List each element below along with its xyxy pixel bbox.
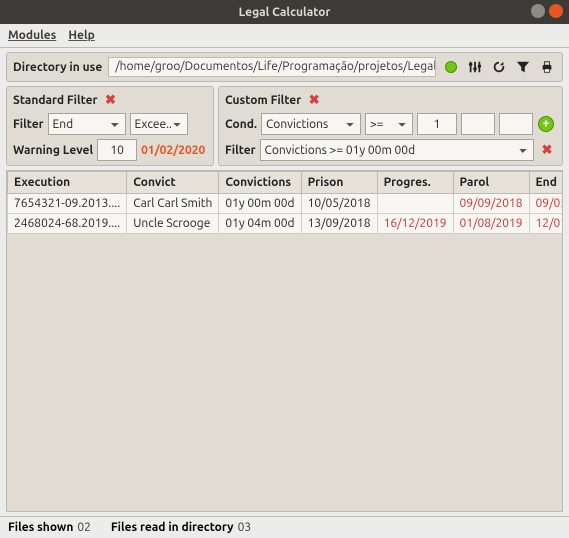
status-shown-label: Files shown [8, 521, 73, 534]
cust-val2-input[interactable] [461, 113, 495, 135]
col-execution[interactable]: Execution [8, 172, 127, 194]
std-warn-label: Warning Level [13, 144, 93, 157]
cust-cond-select[interactable]: Convictions [261, 113, 361, 135]
cust-filter-label: Filter [225, 144, 256, 157]
std-warn-date: 01/02/2020 [141, 144, 205, 157]
cust-val1-input[interactable] [417, 113, 457, 135]
statusbar: Files shown 02 Files read in directory 0… [0, 516, 569, 538]
col-convict[interactable]: Convict [127, 172, 219, 194]
std-filter-select2[interactable]: Excee... [130, 113, 188, 135]
menu-help[interactable]: Help [68, 29, 94, 42]
std-filter-title: Standard Filter [13, 94, 97, 107]
cust-op-select[interactable]: >= [365, 113, 413, 135]
cust-add-icon[interactable]: + [537, 115, 555, 133]
status-icon [442, 58, 460, 76]
col-convictions[interactable]: Convictions [219, 172, 301, 194]
titlebar: Legal Calculator [0, 0, 569, 24]
directory-panel: Directory in use /home/groo/Documentos/L… [6, 52, 563, 82]
col-parol[interactable]: Parol [453, 172, 529, 194]
cust-cond-label: Cond. [225, 118, 257, 131]
cust-expr-clear-icon[interactable]: ✖ [538, 141, 556, 159]
std-warn-input[interactable] [97, 139, 137, 161]
close-button[interactable] [549, 4, 563, 18]
status-shown-val: 02 [77, 521, 91, 534]
window-title: Legal Calculator [239, 6, 331, 19]
std-clear-icon[interactable]: ✖ [101, 91, 119, 109]
print-icon[interactable] [538, 58, 556, 76]
directory-label: Directory in use [13, 61, 102, 74]
menu-modules[interactable]: Modules [8, 29, 56, 42]
cust-filter-expr-select[interactable]: Convictions >= 01y 00m 00d [260, 139, 534, 161]
std-filter-select1[interactable]: End [48, 113, 126, 135]
col-end[interactable]: End [529, 172, 563, 194]
refresh-icon[interactable] [490, 58, 508, 76]
custom-filter-panel: Custom Filter ✖ Cond. Convictions >= + F… [218, 86, 563, 166]
menubar: Modules Help [0, 24, 569, 48]
settings-icon[interactable] [466, 58, 484, 76]
cust-clear-icon[interactable]: ✖ [305, 91, 323, 109]
status-read-label: Files read in directory [111, 521, 234, 534]
table-row[interactable]: 2468024-68.2019....Uncle Scrooge01y 04m … [8, 214, 564, 234]
table-row[interactable]: 7654321-09.2013....Carl Carl Smith01y 00… [8, 194, 564, 214]
cust-filter-title: Custom Filter [225, 94, 301, 107]
col-prison[interactable]: Prison [301, 172, 377, 194]
standard-filter-panel: Standard Filter ✖ Filter End Excee... Wa… [6, 86, 214, 166]
results-table: ExecutionConvictConvictionsPrisonProgres… [6, 170, 563, 512]
cust-val3-input[interactable] [499, 113, 533, 135]
filter-icon[interactable] [514, 58, 532, 76]
directory-path[interactable]: /home/groo/Documentos/Life/Programação/p… [108, 57, 436, 77]
col-progres.[interactable]: Progres. [377, 172, 453, 194]
minimize-button[interactable] [531, 4, 545, 18]
status-read-val: 03 [238, 521, 252, 534]
std-filter-label: Filter [13, 118, 44, 131]
